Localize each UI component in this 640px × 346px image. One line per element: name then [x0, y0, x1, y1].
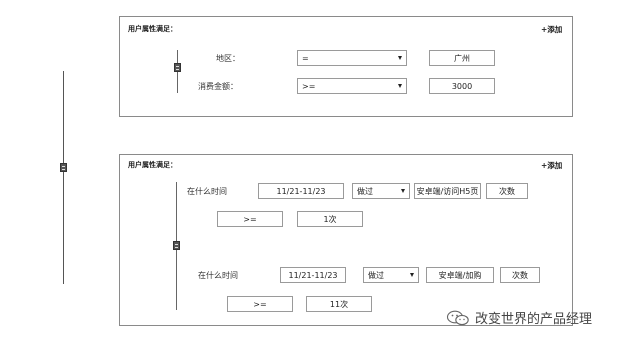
panel-title: 用户属性满足：	[128, 25, 177, 33]
action-select[interactable]: 做过	[352, 183, 410, 199]
watermark: 改变世界的产品经理	[446, 308, 592, 327]
user-attribute-panel-1: 用户属性满足： +添加 地区： = 广州 消费金额： >= 3000	[119, 16, 573, 117]
time-label: 在什么时间	[198, 271, 238, 280]
selected-value: 做过	[357, 186, 373, 196]
outer-tree-line	[63, 71, 64, 284]
watermark-text: 改变世界的产品经理	[475, 312, 593, 327]
and-or-toggle[interactable]	[174, 63, 181, 72]
region-operator-select[interactable]: =	[297, 50, 407, 66]
outer-group-toggle[interactable]	[60, 163, 67, 172]
compare-field[interactable]: >=	[227, 296, 293, 312]
user-attribute-panel-2: 用户属性满足： +添加 在什么时间 11/21-11/23 做过 安卓端/访问H…	[119, 154, 573, 326]
region-value-field[interactable]: 广州	[429, 50, 495, 66]
spending-value-field[interactable]: 3000	[429, 78, 495, 94]
action-select[interactable]: 做过	[363, 267, 419, 283]
time-label: 在什么时间	[187, 187, 227, 196]
metric-field[interactable]: 次数	[486, 183, 528, 199]
date-range-field[interactable]: 11/21-11/23	[258, 183, 344, 199]
and-or-toggle[interactable]	[173, 241, 180, 250]
selected-value: =	[302, 53, 309, 63]
panel-title: 用户属性满足：	[128, 161, 177, 169]
compare-field[interactable]: >=	[217, 211, 283, 227]
event-field[interactable]: 安卓端/访问H5页	[414, 183, 481, 199]
selected-value: 做过	[368, 270, 384, 280]
spending-label: 消费金额：	[198, 82, 238, 91]
add-condition-button[interactable]: +添加	[541, 160, 562, 171]
dropdown-arrow-icon	[398, 84, 402, 88]
region-label: 地区：	[216, 54, 240, 63]
count-field[interactable]: 1次	[297, 211, 363, 227]
add-condition-button[interactable]: +添加	[541, 24, 562, 35]
date-range-field[interactable]: 11/21-11/23	[280, 267, 346, 283]
selected-value: >=	[302, 81, 316, 91]
wechat-icon	[446, 310, 469, 325]
dropdown-arrow-icon	[410, 273, 414, 277]
dropdown-arrow-icon	[401, 189, 405, 193]
metric-field[interactable]: 次数	[500, 267, 540, 283]
spending-operator-select[interactable]: >=	[297, 78, 407, 94]
dropdown-arrow-icon	[398, 56, 402, 60]
event-field[interactable]: 安卓端/加购	[426, 267, 494, 283]
count-field[interactable]: 11次	[306, 296, 372, 312]
